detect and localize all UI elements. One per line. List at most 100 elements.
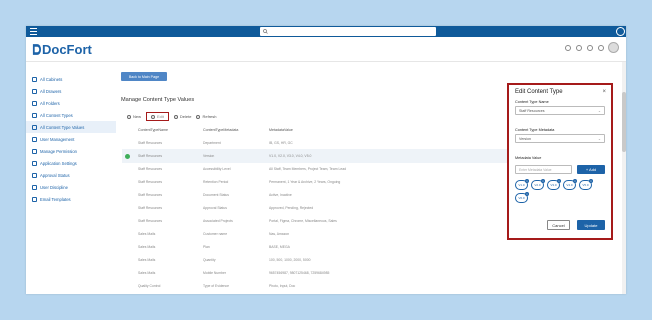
metadata-chip[interactable]: V6.0 × — [515, 192, 529, 203]
approval-icon — [32, 172, 37, 178]
table-cell: Nas, Amazon — [269, 232, 290, 236]
logo-text: DocFort — [42, 42, 92, 57]
search-icon — [263, 29, 268, 34]
remove-chip-icon[interactable]: × — [525, 192, 529, 196]
table-cell: All Staff, Team Members, Project Team, T… — [269, 167, 347, 171]
back-to-main-button[interactable]: Back to Main Page — [121, 72, 167, 81]
sidebar-item[interactable]: User Management — [26, 133, 116, 145]
power-icon[interactable] — [616, 27, 625, 36]
notification-icon[interactable] — [587, 45, 593, 51]
sidebar-item-label: All Folders — [40, 100, 60, 106]
grid-toolbar: New Edit Delete Refresh — [127, 112, 222, 121]
drawer-icon — [32, 88, 37, 94]
type-name-label: Content Type Name — [515, 100, 549, 104]
table-row[interactable]: Quality Control Type of Evidence Photo, In… — [122, 279, 512, 293]
close-icon[interactable]: × — [602, 89, 606, 95]
table-cell: 9657456987, 9807125468, 7259684985 — [269, 271, 330, 275]
remove-chip-icon[interactable]: × — [573, 179, 577, 183]
table-cell: Approval Status — [203, 206, 227, 210]
sidebar-item[interactable]: All Folders — [26, 97, 116, 109]
column-header[interactable]: ContentTypeName — [138, 128, 168, 132]
sidebar-item-label: All Drawers — [40, 88, 62, 94]
table-row[interactable]: Staff Resources Accessibility Level All St… — [122, 162, 512, 176]
add-button[interactable]: + Add — [577, 165, 605, 174]
table-cell: Accessibility Level — [203, 167, 231, 171]
sidebar-item[interactable]: All Content Types — [26, 109, 116, 121]
edit-button[interactable]: Edit — [146, 112, 169, 121]
sidebar-item[interactable]: All Cabinets — [26, 73, 116, 85]
email-icon — [32, 196, 37, 202]
metadata-chip[interactable]: V1.0 × — [515, 179, 529, 190]
metadata-select[interactable]: Version ⌄ — [515, 134, 605, 143]
header: DocFort — [26, 37, 626, 62]
remove-chip-icon[interactable]: × — [541, 179, 545, 183]
column-header[interactable]: MetadataValue — [269, 128, 293, 132]
table-cell: Plan — [203, 245, 210, 249]
table-cell: Staff Resources — [138, 167, 163, 171]
column-header[interactable]: ContentTypeMetadata — [203, 128, 238, 132]
gear-icon[interactable] — [598, 45, 604, 51]
table-row[interactable]: Staff Resources Version V1.0, V2.0, V3.0, … — [122, 149, 512, 163]
delete-button[interactable]: Delete — [173, 114, 191, 119]
page-scrollbar[interactable] — [622, 62, 626, 294]
sidebar-item[interactable]: Approval Status — [26, 169, 116, 181]
table-row[interactable]: Staff Resources Associated Projects Portal… — [122, 214, 512, 228]
remove-chip-icon[interactable]: × — [525, 179, 529, 183]
table-row[interactable]: Sales Mails Quantity 100, 500, 1000, 2000,… — [122, 253, 512, 267]
pencil-icon — [151, 114, 156, 119]
table-cell: Document Status — [203, 193, 230, 197]
sidebar-item[interactable]: All Content Type Values — [26, 121, 116, 133]
search-input[interactable] — [260, 27, 436, 36]
plus-icon — [127, 114, 131, 119]
sidebar-item[interactable]: Manage Permission — [26, 145, 116, 157]
sidebar-item-label: User Discipline — [40, 184, 68, 190]
table-cell: Approved, Pending, Rejected — [269, 206, 314, 210]
table-cell: Type of Evidence — [203, 284, 230, 288]
table-row[interactable]: Sales Mails Mobile Number 9657456987, 9807… — [122, 266, 512, 280]
remove-chip-icon[interactable]: × — [557, 179, 561, 183]
type-name-select[interactable]: Staff Resources ⌄ — [515, 106, 605, 115]
table-row[interactable]: Sales Mails Plan BASE, MEGA — [122, 240, 512, 254]
page-title: Manage Content Type Values — [121, 97, 195, 103]
table-cell: 100, 500, 1000, 2000, 5000 — [269, 258, 311, 262]
selected-check-icon — [125, 153, 130, 159]
chip-label: V1.0 — [518, 183, 525, 187]
new-button[interactable]: New — [127, 114, 141, 119]
table-row[interactable]: Staff Resources Document Status Active, In… — [122, 188, 512, 202]
remove-chip-icon[interactable]: × — [589, 179, 593, 183]
docfort-logo-icon — [32, 44, 41, 55]
menu-icon[interactable] — [30, 28, 37, 35]
header-icons — [565, 45, 604, 51]
table-cell: Sales Mails — [138, 271, 156, 275]
metadata-chip[interactable]: V5.0 × — [579, 179, 593, 190]
monitor-icon[interactable] — [565, 45, 571, 51]
sidebar-item[interactable]: All Drawers — [26, 85, 116, 97]
sidebar-item-label: Approval Status — [40, 172, 70, 178]
top-bar — [26, 26, 626, 37]
modal-title: Edit Content Type — [515, 89, 563, 95]
chip-label: V5.0 — [582, 183, 589, 187]
update-button[interactable]: Update — [577, 220, 605, 230]
table-row[interactable]: Staff Resources Retention Period Permanent… — [122, 175, 512, 189]
table-row[interactable]: Sales Mails Customer name Nas, Amazon — [122, 227, 512, 241]
metadata-chip[interactable]: V4.0 × — [563, 179, 577, 190]
sidebar-item[interactable]: User Discipline — [26, 181, 116, 193]
metadata-chip[interactable]: V2.0 × — [531, 179, 545, 190]
chevron-down-icon: ⌄ — [597, 137, 601, 141]
metadata-chip[interactable]: V3.0 × — [547, 179, 561, 190]
table-cell: Quantity — [203, 258, 216, 262]
table-cell: Sales Mails — [138, 258, 156, 262]
sidebar-item[interactable]: Email Templates — [26, 193, 116, 205]
cancel-button[interactable]: Cancel — [547, 220, 570, 230]
sidebar-item[interactable]: Application Settings — [26, 157, 116, 169]
table-row[interactable]: Staff Resources Department IB, GS, HR, GC — [122, 136, 512, 150]
avatar[interactable] — [608, 42, 619, 53]
table-cell: Retention Period — [203, 180, 229, 184]
table-cell: Department — [203, 141, 221, 145]
refresh-button[interactable]: Refresh — [196, 114, 217, 119]
chat-icon[interactable] — [576, 45, 582, 51]
metadata-value-input[interactable]: Enter Metadata Value — [515, 165, 572, 174]
chip-label: V3.0 — [550, 183, 557, 187]
table-row[interactable]: Staff Resources Approval Status Approved, … — [122, 201, 512, 215]
table-cell: Quality Control — [138, 284, 161, 288]
